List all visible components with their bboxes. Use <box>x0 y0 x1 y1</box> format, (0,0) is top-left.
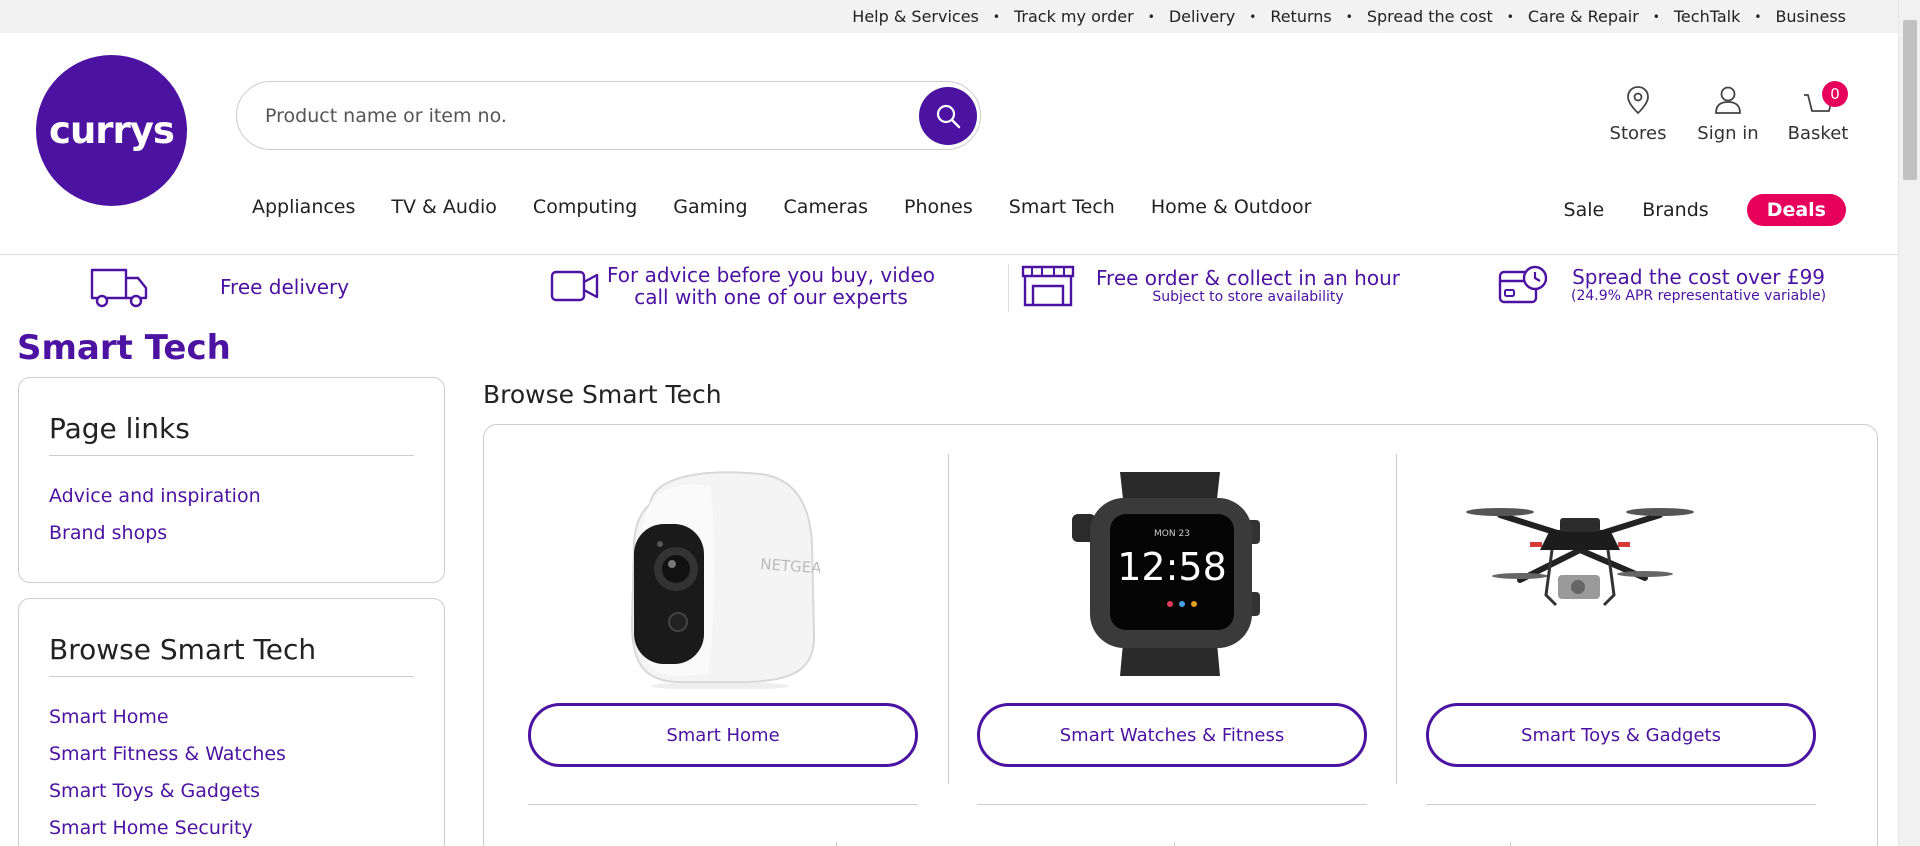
top-link-business[interactable]: Business <box>1775 7 1846 26</box>
nav-computing[interactable]: Computing <box>533 196 637 218</box>
nav-home-outdoor[interactable]: Home & Outdoor <box>1151 196 1312 218</box>
sign-in-link[interactable]: Sign in <box>1688 85 1768 144</box>
logo-text: currys <box>49 109 175 152</box>
search-input[interactable] <box>265 100 905 132</box>
search-icon <box>936 104 961 129</box>
smart-home-button[interactable]: Smart Home <box>528 703 918 767</box>
smart-watches-fitness-button[interactable]: Smart Watches & Fitness <box>977 703 1367 767</box>
stores-label: Stores <box>1609 123 1667 144</box>
usp-line2: (24.9% APR representative variable) <box>1571 288 1827 304</box>
card-separator <box>977 804 1367 805</box>
smart-toys-gadgets-button[interactable]: Smart Toys & Gadgets <box>1426 703 1816 767</box>
top-link-techtalk[interactable]: TechTalk <box>1674 7 1740 26</box>
separator-dot: • <box>1249 9 1257 24</box>
stores-link[interactable]: Stores <box>1598 85 1678 144</box>
search-bar <box>236 81 981 150</box>
delivery-van-icon <box>90 268 148 308</box>
usp-divider <box>1008 264 1009 312</box>
top-link-help[interactable]: Help & Services <box>852 7 979 26</box>
separator-dot: • <box>1754 9 1762 24</box>
top-link-returns[interactable]: Returns <box>1270 7 1331 26</box>
separator-dot: • <box>1147 9 1155 24</box>
credit-card-clock-icon <box>1498 265 1548 304</box>
watch-date: MON 23 <box>1154 529 1190 539</box>
smartwatch-image[interactable]: MON 23 12:58 <box>1070 462 1275 682</box>
page-link-advice[interactable]: Advice and inspiration <box>49 478 414 515</box>
browse-sidebar-box: Browse Smart Tech Smart Home Smart Fitne… <box>18 598 445 846</box>
browse-heading: Browse Smart Tech <box>483 380 722 409</box>
scrollbar-thumb[interactable] <box>1903 20 1917 180</box>
separator-dot: • <box>1345 9 1353 24</box>
top-links: Help & Services • Track my order • Deliver… <box>852 0 1846 33</box>
sidebar-item-smart-toys[interactable]: Smart Toys & Gadgets <box>49 773 414 810</box>
usp-line1: For advice before you buy, video <box>607 263 935 287</box>
page-links-box: Page links Advice and inspiration Brand … <box>18 377 445 583</box>
usp-text: Free order & collect in an hour Subject … <box>1096 267 1400 305</box>
currys-logo[interactable]: currys <box>36 55 187 206</box>
separator-dot: • <box>1652 9 1660 24</box>
usp-line1: Free order & collect in an hour <box>1096 266 1400 290</box>
nav-smart-tech[interactable]: Smart Tech <box>1009 196 1115 218</box>
card-divider <box>1174 842 1175 846</box>
nav-sale[interactable]: Sale <box>1564 199 1605 221</box>
sidebar-item-smart-fitness[interactable]: Smart Fitness & Watches <box>49 736 414 773</box>
watch-time: 12:58 <box>1117 545 1227 589</box>
top-link-spread-cost[interactable]: Spread the cost <box>1367 7 1493 26</box>
usp-line1: Free delivery <box>220 275 350 299</box>
page-scrollbar[interactable] <box>1898 0 1920 846</box>
usp-text: Spread the cost over £99 (24.9% APR repr… <box>1571 266 1826 304</box>
nav-phones[interactable]: Phones <box>904 196 973 218</box>
top-utility-bar: Help & Services • Track my order • Deliver… <box>0 0 1920 33</box>
nav-gaming[interactable]: Gaming <box>673 196 747 218</box>
nav-deals-button[interactable]: Deals <box>1746 194 1846 226</box>
usp-order-collect[interactable]: Free order & collect in an hour Subject … <box>1020 264 1400 308</box>
separator-dot: • <box>1506 9 1514 24</box>
usp-spread-cost[interactable]: Spread the cost over £99 (24.9% APR repr… <box>1497 264 1826 306</box>
basket-link[interactable]: 0 Basket <box>1778 81 1858 144</box>
sign-in-label: Sign in <box>1697 123 1759 144</box>
browse-sidebar-heading: Browse Smart Tech <box>49 633 414 677</box>
store-icon <box>1021 265 1075 307</box>
nav-cameras[interactable]: Cameras <box>784 196 868 218</box>
card-divider <box>836 842 837 846</box>
page-link-brand-shops[interactable]: Brand shops <box>49 515 414 552</box>
usp-line2: Subject to store availability <box>1152 289 1344 305</box>
usp-free-delivery[interactable]: Free delivery <box>88 264 349 310</box>
basket-label: Basket <box>1787 123 1849 144</box>
top-link-delivery[interactable]: Delivery <box>1169 7 1235 26</box>
page-links-heading: Page links <box>49 412 414 456</box>
usp-video-advice[interactable]: For advice before you buy, video call wi… <box>549 264 935 308</box>
page-title: Smart Tech <box>17 328 231 368</box>
card-separator <box>1426 804 1816 805</box>
usp-text: For advice before you buy, video call wi… <box>607 264 935 308</box>
usp-line2: call with one of our experts <box>634 285 908 309</box>
sidebar-item-smart-home[interactable]: Smart Home <box>49 699 414 736</box>
usp-line1: Spread the cost over £99 <box>1572 265 1826 289</box>
basket-count-badge: 0 <box>1822 81 1848 107</box>
nav-tv-audio[interactable]: TV & Audio <box>391 196 497 218</box>
main-nav: Appliances TV & Audio Computing Gaming C… <box>252 196 1347 218</box>
top-link-track-order[interactable]: Track my order <box>1014 7 1134 26</box>
card-divider <box>948 454 949 784</box>
card-divider <box>1510 842 1511 846</box>
video-call-icon <box>550 270 599 302</box>
usp-text: Free delivery <box>220 276 349 298</box>
nav-right: Sale Brands Deals <box>1526 194 1846 226</box>
top-link-care-repair[interactable]: Care & Repair <box>1528 7 1639 26</box>
card-divider <box>1396 454 1397 784</box>
card-separator <box>528 804 918 805</box>
nav-appliances[interactable]: Appliances <box>252 196 355 218</box>
sidebar-item-smart-security[interactable]: Smart Home Security <box>49 810 414 846</box>
header-divider <box>0 254 1898 255</box>
security-camera-image[interactable]: NETGEAR <box>620 464 820 689</box>
search-button[interactable] <box>919 87 977 145</box>
nav-brands[interactable]: Brands <box>1642 199 1709 221</box>
location-pin-icon <box>1627 86 1649 115</box>
drone-image[interactable] <box>1460 470 1700 640</box>
user-icon <box>1715 86 1741 114</box>
separator-dot: • <box>992 9 1000 24</box>
